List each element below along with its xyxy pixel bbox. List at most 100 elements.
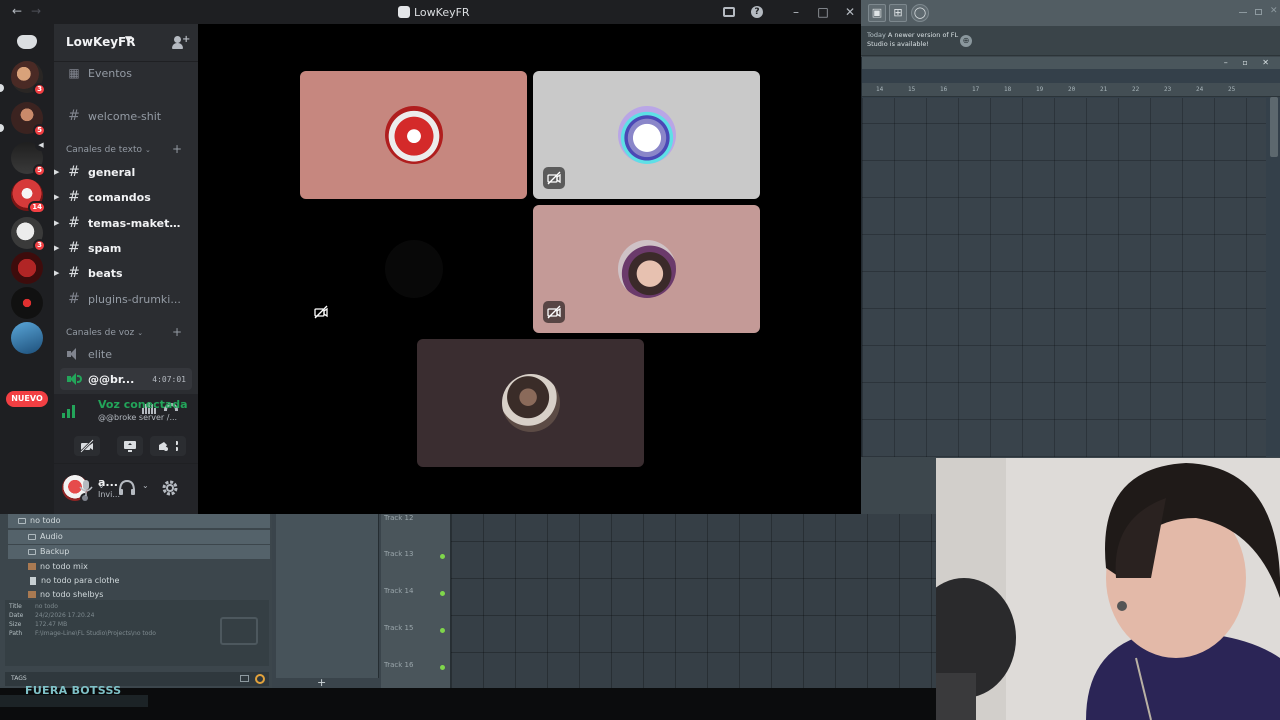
discord-window: ← → LowKeyFR ? – □ ✕ 3 5 ◀ 5 14 3 NUEVO … [0, 0, 861, 514]
minimize-icon[interactable] [1239, 12, 1247, 13]
participant-avatar [384, 240, 443, 298]
server-icon[interactable]: 3 [11, 61, 46, 96]
soundboard-icon [159, 442, 168, 451]
camera-off-indicator [310, 301, 332, 323]
inbox-icon[interactable] [721, 4, 737, 20]
soundboard-button[interactable] [150, 436, 176, 456]
chevron-down-icon[interactable]: ⌄ [98, 481, 105, 490]
search-icon[interactable] [255, 674, 265, 684]
help-icon[interactable]: ? [749, 4, 765, 20]
info-value: 24/2/2026 17.20.24 [35, 612, 95, 619]
track-grid[interactable] [451, 514, 936, 690]
track-led-icon[interactable] [440, 665, 445, 670]
back-arrow-icon[interactable]: ← [12, 4, 22, 18]
browser-file-label: no todo mix [40, 562, 88, 571]
camera-off-icon [547, 305, 561, 319]
server-header[interactable]: LowKeyFR ▼ + [54, 24, 198, 62]
participant-tile[interactable] [533, 205, 760, 333]
connection-signal-icon[interactable] [62, 404, 76, 418]
channel-item[interactable]: ▶ # spam [54, 237, 192, 259]
maximize-icon[interactable]: □ [815, 4, 831, 20]
browser-folder[interactable]: Backup [8, 545, 270, 559]
server-icon[interactable] [11, 252, 43, 284]
playlist-scrollbar[interactable] [1270, 97, 1278, 157]
voice-location[interactable]: @@broke server /... [98, 413, 177, 422]
voice-category[interactable]: Canales de voz ⌄ [66, 326, 143, 340]
save-icon[interactable]: ▣ [868, 4, 886, 22]
track-name[interactable]: Track 16 [384, 661, 413, 669]
browser-folder[interactable]: no todo [8, 514, 270, 528]
server-icon[interactable]: 3 [11, 217, 46, 252]
screen-share-button[interactable] [117, 436, 143, 456]
track-name[interactable]: Track 12 [384, 514, 413, 522]
server-icon[interactable]: 5 [11, 102, 46, 137]
microphone-icon[interactable] [76, 478, 96, 498]
gear-icon[interactable] [160, 478, 180, 498]
server-icon[interactable] [11, 287, 43, 319]
participant-tile[interactable] [300, 205, 527, 333]
camera-off-button[interactable] [74, 436, 100, 456]
track-led-icon[interactable] [440, 628, 445, 633]
voice-channel-item[interactable]: @@br... 4:07:01 [60, 368, 192, 390]
server-icon[interactable] [11, 322, 43, 354]
channel-item[interactable]: # plugins-drumki... [60, 288, 192, 310]
calendar-icon: ▦ [68, 66, 80, 80]
close-icon[interactable]: ✕ [842, 4, 858, 20]
channel-item[interactable]: # welcome-shit [60, 105, 192, 127]
forward-arrow-icon[interactable]: → [31, 4, 41, 18]
info-value: 172.47 MB [35, 621, 68, 628]
channel-item[interactable]: ▶ # beats [54, 262, 192, 284]
text-category[interactable]: Canales de texto ⌄ [66, 143, 151, 157]
chevron-down-icon: ⌄ [137, 329, 144, 337]
document-icon [30, 576, 36, 585]
server-icon[interactable]: ◀ 5 [11, 139, 47, 177]
create-channel-icon[interactable]: + [172, 142, 182, 156]
channel-item[interactable]: ▶ # general [54, 161, 192, 183]
headphones-icon[interactable] [117, 478, 137, 498]
globe-icon[interactable]: ⊕ [960, 35, 972, 47]
browser-file-label: no todo para clothe [41, 576, 120, 585]
folder-placeholder-icon [220, 617, 258, 645]
camera-off-icon [80, 439, 94, 453]
events-item[interactable]: ▦ Eventos [60, 62, 192, 84]
chevron-down-icon[interactable]: ⌄ [142, 481, 149, 490]
track-led-icon[interactable] [440, 554, 445, 559]
voice-status[interactable]: Voz conectada [98, 398, 188, 411]
folder-icon[interactable] [240, 675, 249, 682]
playlist-grid[interactable] [862, 98, 1266, 457]
ruler-number: 15 [908, 86, 916, 93]
browser-folder[interactable]: Audio [8, 530, 270, 544]
channel-item[interactable]: ▶ # comandos [54, 186, 192, 208]
channel-name: welcome-shit [88, 109, 162, 123]
channel-name: beats [88, 266, 123, 280]
create-channel-icon[interactable]: + [172, 325, 182, 339]
server-icon[interactable]: 14 [11, 179, 46, 214]
chat-icon[interactable]: ◯ [911, 4, 929, 22]
info-key: Date [9, 612, 24, 619]
participant-avatar [617, 106, 676, 164]
participant-tile[interactable] [417, 339, 644, 467]
invite-people-icon[interactable]: + [172, 34, 190, 51]
browser-file[interactable]: no todo mix [8, 560, 270, 574]
unread-marker-icon: ▶ [54, 219, 60, 227]
channel-item[interactable]: ▶ # temas-maketas [54, 212, 192, 234]
participant-tile[interactable] [533, 71, 760, 199]
close-icon[interactable]: ✕ [1270, 6, 1278, 16]
voice-channel-item[interactable]: elite [60, 343, 192, 365]
new-servers-pill[interactable]: NUEVO [6, 391, 48, 407]
playlist-window: – ▫ ✕ 14 15 16 17 18 19 20 21 22 23 24 25 [861, 57, 1280, 457]
track-name[interactable]: Track 14 [384, 587, 413, 595]
browser-file[interactable]: no todo para clothe [8, 574, 270, 588]
mixer-icon[interactable]: ⊞ [889, 4, 907, 22]
timeline-ruler[interactable]: 14 15 16 17 18 19 20 21 22 23 24 25 [862, 83, 1280, 97]
discord-home-icon[interactable] [12, 30, 42, 54]
track-name[interactable]: Track 13 [384, 550, 413, 558]
participant-avatar [501, 374, 560, 432]
minimize-icon[interactable]: – [788, 4, 804, 20]
participant-tile[interactable] [300, 71, 527, 199]
track-name[interactable]: Track 15 [384, 624, 413, 632]
window-controls-icon[interactable]: – ▫ ✕ [1224, 58, 1275, 67]
playlist-titlebar: – ▫ ✕ [862, 57, 1280, 69]
track-led-icon[interactable] [440, 591, 445, 596]
restore-icon[interactable] [1255, 9, 1262, 15]
